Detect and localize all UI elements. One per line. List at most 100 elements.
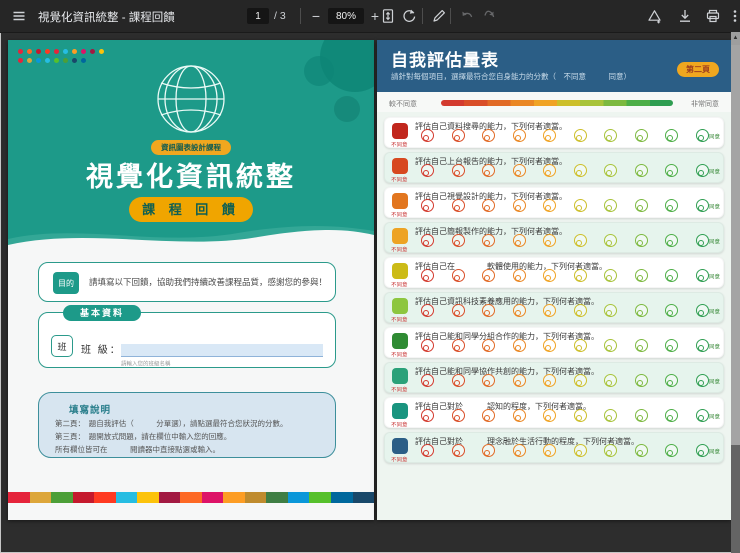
rating-radio[interactable] (543, 199, 557, 212)
rating-radio[interactable] (512, 199, 526, 212)
rating-radio[interactable] (543, 164, 557, 177)
rating-radio[interactable] (695, 339, 709, 352)
rating-radio[interactable] (573, 164, 587, 177)
rating-radio[interactable] (695, 234, 709, 247)
rating-radio[interactable] (512, 164, 526, 177)
rating-radio[interactable] (604, 164, 618, 177)
rating-radio[interactable] (543, 374, 557, 387)
rating-radio[interactable] (573, 269, 587, 282)
rating-radio[interactable] (665, 164, 679, 177)
rating-radio[interactable] (512, 269, 526, 282)
rating-radio[interactable] (573, 409, 587, 422)
rotate-icon[interactable] (400, 7, 418, 25)
rating-radio[interactable] (543, 234, 557, 247)
rating-radio[interactable] (573, 339, 587, 352)
rating-radio[interactable] (421, 304, 434, 317)
rating-radio[interactable] (512, 374, 526, 387)
rating-radio[interactable] (634, 164, 648, 177)
rating-radio[interactable] (451, 304, 465, 317)
rating-radio[interactable] (543, 409, 557, 422)
rating-radio[interactable] (634, 409, 648, 422)
rating-radio[interactable] (604, 339, 618, 352)
rating-radio[interactable] (482, 304, 496, 317)
scroll-up-arrow[interactable]: ▲ (731, 32, 740, 45)
rating-radio[interactable] (482, 199, 496, 212)
annotate-pen-icon[interactable] (430, 7, 448, 25)
rating-radio[interactable] (482, 409, 496, 422)
rating-radio[interactable] (695, 374, 709, 387)
rating-radio[interactable] (695, 269, 709, 282)
rating-radio[interactable] (421, 409, 434, 422)
rating-radio[interactable] (482, 374, 496, 387)
rating-radio[interactable] (482, 339, 496, 352)
rating-radio[interactable] (543, 304, 557, 317)
rating-radio[interactable] (573, 304, 587, 317)
rating-radio[interactable] (451, 339, 465, 352)
rating-radio[interactable] (482, 234, 496, 247)
rating-radio[interactable] (421, 339, 434, 352)
rating-radio[interactable] (421, 164, 434, 177)
rating-radio[interactable] (512, 304, 526, 317)
rating-radio[interactable] (421, 234, 434, 247)
rating-radio[interactable] (665, 129, 679, 142)
rating-radio[interactable] (512, 409, 526, 422)
rating-radio[interactable] (482, 164, 496, 177)
rating-radio[interactable] (634, 199, 648, 212)
rating-radio[interactable] (451, 374, 465, 387)
rating-radio[interactable] (543, 269, 557, 282)
rating-radio[interactable] (604, 304, 618, 317)
rating-radio[interactable] (695, 409, 709, 422)
more-options-icon[interactable] (726, 7, 740, 25)
rating-radio[interactable] (573, 199, 587, 212)
rating-radio[interactable] (634, 374, 648, 387)
rating-radio[interactable] (451, 269, 465, 282)
save-to-drive-icon[interactable] (645, 7, 663, 25)
download-icon[interactable] (676, 7, 694, 25)
rating-radio[interactable] (665, 444, 679, 457)
rating-radio[interactable] (421, 269, 434, 282)
rating-radio[interactable] (604, 129, 618, 142)
rating-radio[interactable] (482, 269, 496, 282)
class-input[interactable] (121, 344, 323, 357)
rating-radio[interactable] (604, 269, 618, 282)
rating-radio[interactable] (451, 129, 465, 142)
rating-radio[interactable] (573, 234, 587, 247)
rating-radio[interactable] (634, 129, 648, 142)
rating-radio[interactable] (573, 374, 587, 387)
undo-icon[interactable] (458, 7, 476, 25)
rating-radio[interactable] (695, 129, 709, 142)
zoom-level-input[interactable]: 80% (328, 8, 364, 24)
rating-radio[interactable] (512, 129, 526, 142)
rating-radio[interactable] (604, 444, 618, 457)
rating-radio[interactable] (421, 374, 434, 387)
rating-radio[interactable] (665, 234, 679, 247)
rating-radio[interactable] (451, 444, 465, 457)
rating-radio[interactable] (665, 409, 679, 422)
rating-radio[interactable] (665, 339, 679, 352)
rating-radio[interactable] (451, 409, 465, 422)
rating-radio[interactable] (665, 269, 679, 282)
rating-radio[interactable] (634, 304, 648, 317)
rating-radio[interactable] (634, 269, 648, 282)
rating-radio[interactable] (482, 129, 496, 142)
print-icon[interactable] (704, 7, 722, 25)
rating-radio[interactable] (604, 234, 618, 247)
rating-radio[interactable] (573, 444, 587, 457)
rating-radio[interactable] (512, 444, 526, 457)
rating-radio[interactable] (421, 444, 434, 457)
rating-radio[interactable] (451, 199, 465, 212)
rating-radio[interactable] (695, 164, 709, 177)
rating-radio[interactable] (512, 339, 526, 352)
rating-radio[interactable] (665, 374, 679, 387)
rating-radio[interactable] (634, 234, 648, 247)
rating-radio[interactable] (604, 374, 618, 387)
rating-radio[interactable] (451, 234, 465, 247)
menu-icon[interactable] (10, 7, 28, 25)
rating-radio[interactable] (695, 304, 709, 317)
rating-radio[interactable] (543, 339, 557, 352)
rating-radio[interactable] (634, 339, 648, 352)
rating-radio[interactable] (634, 444, 648, 457)
rating-radio[interactable] (604, 409, 618, 422)
page-two-pill[interactable]: 第二頁 (677, 62, 719, 77)
rating-radio[interactable] (695, 444, 709, 457)
